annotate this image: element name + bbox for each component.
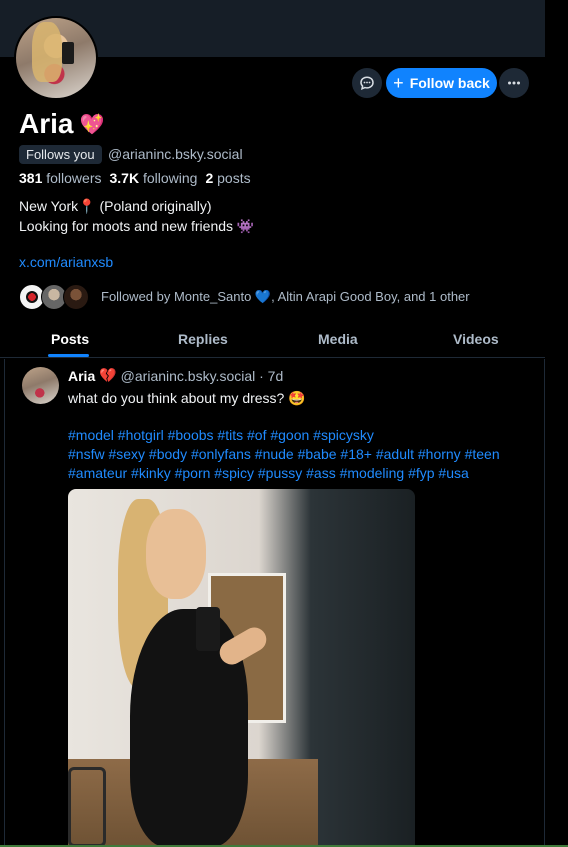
ellipsis-icon [508,81,520,85]
hashtag-line[interactable]: #model #hotgirl #boobs #tits #of #goon #… [68,426,538,445]
hashtag-line[interactable]: #nsfw #sexy #body #onlyfans #nude #babe … [68,445,538,464]
avatar-hair [32,22,62,82]
scroll-gutter [545,0,568,847]
avatar-phone [62,42,74,64]
tab-videos[interactable]: Videos [453,331,499,347]
post-author-name[interactable]: Aria [68,368,95,384]
follow-back-button[interactable]: + Follow back [386,68,497,98]
profile-avatar[interactable] [14,16,98,100]
profile-tabs: Posts Replies Media Videos [0,320,545,358]
follow-back-label: Follow back [409,75,490,91]
post-header: Aria 💔 @arianinc.bsky.social · 7d [68,367,283,384]
hashtag-line[interactable]: #amateur #kinky #porn #spicy #pussy #ass… [68,464,538,483]
active-tab-indicator [48,354,89,357]
more-options-button[interactable] [499,68,529,98]
profile-display-name: Aria 💖 [19,108,104,140]
tab-media[interactable]: Media [318,331,358,347]
plus-icon: + [393,73,404,93]
sparkling-heart-emoji: 💖 [79,113,105,136]
following-stat[interactable]: 3.7K following [110,170,198,186]
bio-line: New York📍 (Poland originally) [19,198,212,214]
bio-line: Looking for moots and new friends 👾 [19,218,255,234]
profile-stats: 381 followers 3.7K following 2 posts [19,170,251,186]
post-author-avatar[interactable] [22,367,59,404]
image-phone [196,607,220,651]
profile-bio: New York📍 (Poland originally) Looking fo… [19,196,254,236]
broken-heart-emoji: 💔 [99,367,117,383]
posts-stat: 2 posts [205,170,251,186]
post-image[interactable] [68,489,415,847]
post-hashtags: #model #hotgirl #boobs #tits #of #goon #… [68,426,538,483]
chat-bubble-icon [360,76,374,91]
followers-stat[interactable]: 381 followers [19,170,102,186]
tab-posts[interactable]: Posts [51,331,89,347]
follower-avatar [63,284,89,310]
display-name-text: Aria [19,108,74,139]
profile-link[interactable]: x.com/arianxsb [19,254,113,270]
post-item[interactable]: Aria 💔 @arianinc.bsky.social · 7d what d… [4,359,545,847]
post-handle-time[interactable]: @arianinc.bsky.social · 7d [121,368,284,384]
image-chair [68,767,106,847]
image-face [146,509,206,599]
follows-you-badge: Follows you [19,145,102,164]
followed-by-text[interactable]: Followed by Monte_Santo 💙, Altin Arapi G… [101,289,470,305]
post-text: what do you think about my dress? 🤩 [68,390,306,406]
tab-replies[interactable]: Replies [178,331,228,347]
profile-handle: @arianinc.bsky.social [108,146,243,162]
chat-button[interactable] [352,68,382,98]
known-followers-avatars[interactable] [19,284,91,310]
